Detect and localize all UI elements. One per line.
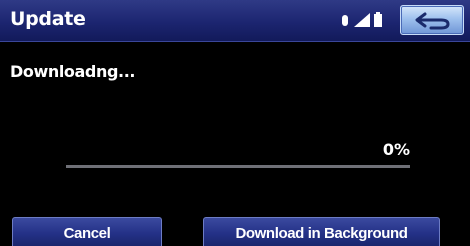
status-message: Downloadng...	[10, 62, 136, 81]
cancel-button[interactable]: Cancel	[12, 217, 162, 246]
page-title: Update	[10, 8, 86, 30]
signal-strength-icon	[354, 13, 370, 27]
bluetooth-icon	[342, 15, 348, 26]
status-icons	[342, 12, 382, 27]
battery-icon	[374, 12, 382, 27]
update-screen: Update Downloadng... 0% Cancel Download …	[0, 0, 470, 246]
progress-percent: 0%	[382, 140, 410, 159]
download-in-background-button[interactable]: Download in Background	[203, 217, 440, 246]
header-bar: Update	[0, 0, 470, 42]
back-arrow-icon	[415, 12, 450, 30]
back-button[interactable]	[400, 5, 464, 35]
progress-bar	[66, 165, 410, 168]
